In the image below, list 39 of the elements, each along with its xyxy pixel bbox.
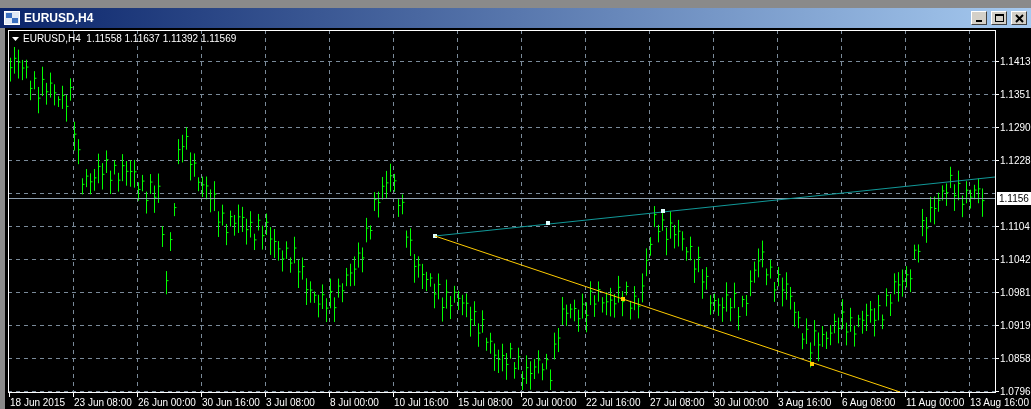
close-icon [1012,12,1026,24]
time-axis-label: 22 Jul 16:00 [586,397,641,408]
time-axis-label: 11 Aug 00:00 [906,397,965,408]
window-title: EURUSD,H4 [24,10,95,27]
chart-window-icon [4,11,20,25]
dropdown-icon[interactable] [12,37,19,41]
time-axis-label: 3 Aug 16:00 [778,397,832,408]
time-axis-label: 18 Jun 2015 [10,397,66,408]
channel-upper-line[interactable] [433,176,996,238]
price-axis-label: 1.0796 [1000,386,1031,397]
current-price-label: 1.1156 [997,192,1031,205]
price-axis-label: 1.0981 [1000,287,1031,298]
price-axis-label: 1.1351 [1000,89,1031,100]
time-axis-label: 30 Jul 00:00 [714,397,769,408]
price-axis-label: 1.1104 [1000,221,1030,232]
price-axis-label: 1.0919 [1000,320,1031,331]
maximize-icon [992,12,1006,24]
time-axis-label: 8 Jul 00:00 [330,397,379,408]
time-axis-label: 6 Aug 08:00 [842,397,896,408]
price-axis-label: 1.1228 [1000,155,1031,166]
price-axis-label: 1.0858 [1000,353,1031,364]
time-axis-label: 15 Jul 08:00 [458,397,513,408]
time-axis-label: 26 Jun 00:00 [138,397,196,408]
close-button[interactable] [1011,11,1027,25]
time-axis-label: 23 Jun 08:00 [74,397,132,408]
price-axis-label: 1.1413 [1000,56,1031,67]
time-axis-label: 27 Jul 08:00 [650,397,705,408]
minimize-button[interactable] [971,11,987,25]
time-axis-label: 20 Jul 00:00 [522,397,577,408]
chart-info-text: EURUSD,H4 1.11558 1.11637 1.11392 1.11569 [23,33,237,44]
minimize-icon [976,20,982,22]
trend-line[interactable] [434,235,901,393]
time-axis-label: 13 Aug 16:00 [970,397,1029,408]
time-axis-label: 3 Jul 08:00 [266,397,315,408]
time-axis-label: 10 Jul 16:00 [394,397,449,408]
price-axis-label: 1.1290 [1000,122,1031,133]
time-axis-label: 30 Jun 16:00 [202,397,260,408]
price-axis-label: 1.1042 [1000,254,1031,265]
maximize-button[interactable] [991,11,1007,25]
